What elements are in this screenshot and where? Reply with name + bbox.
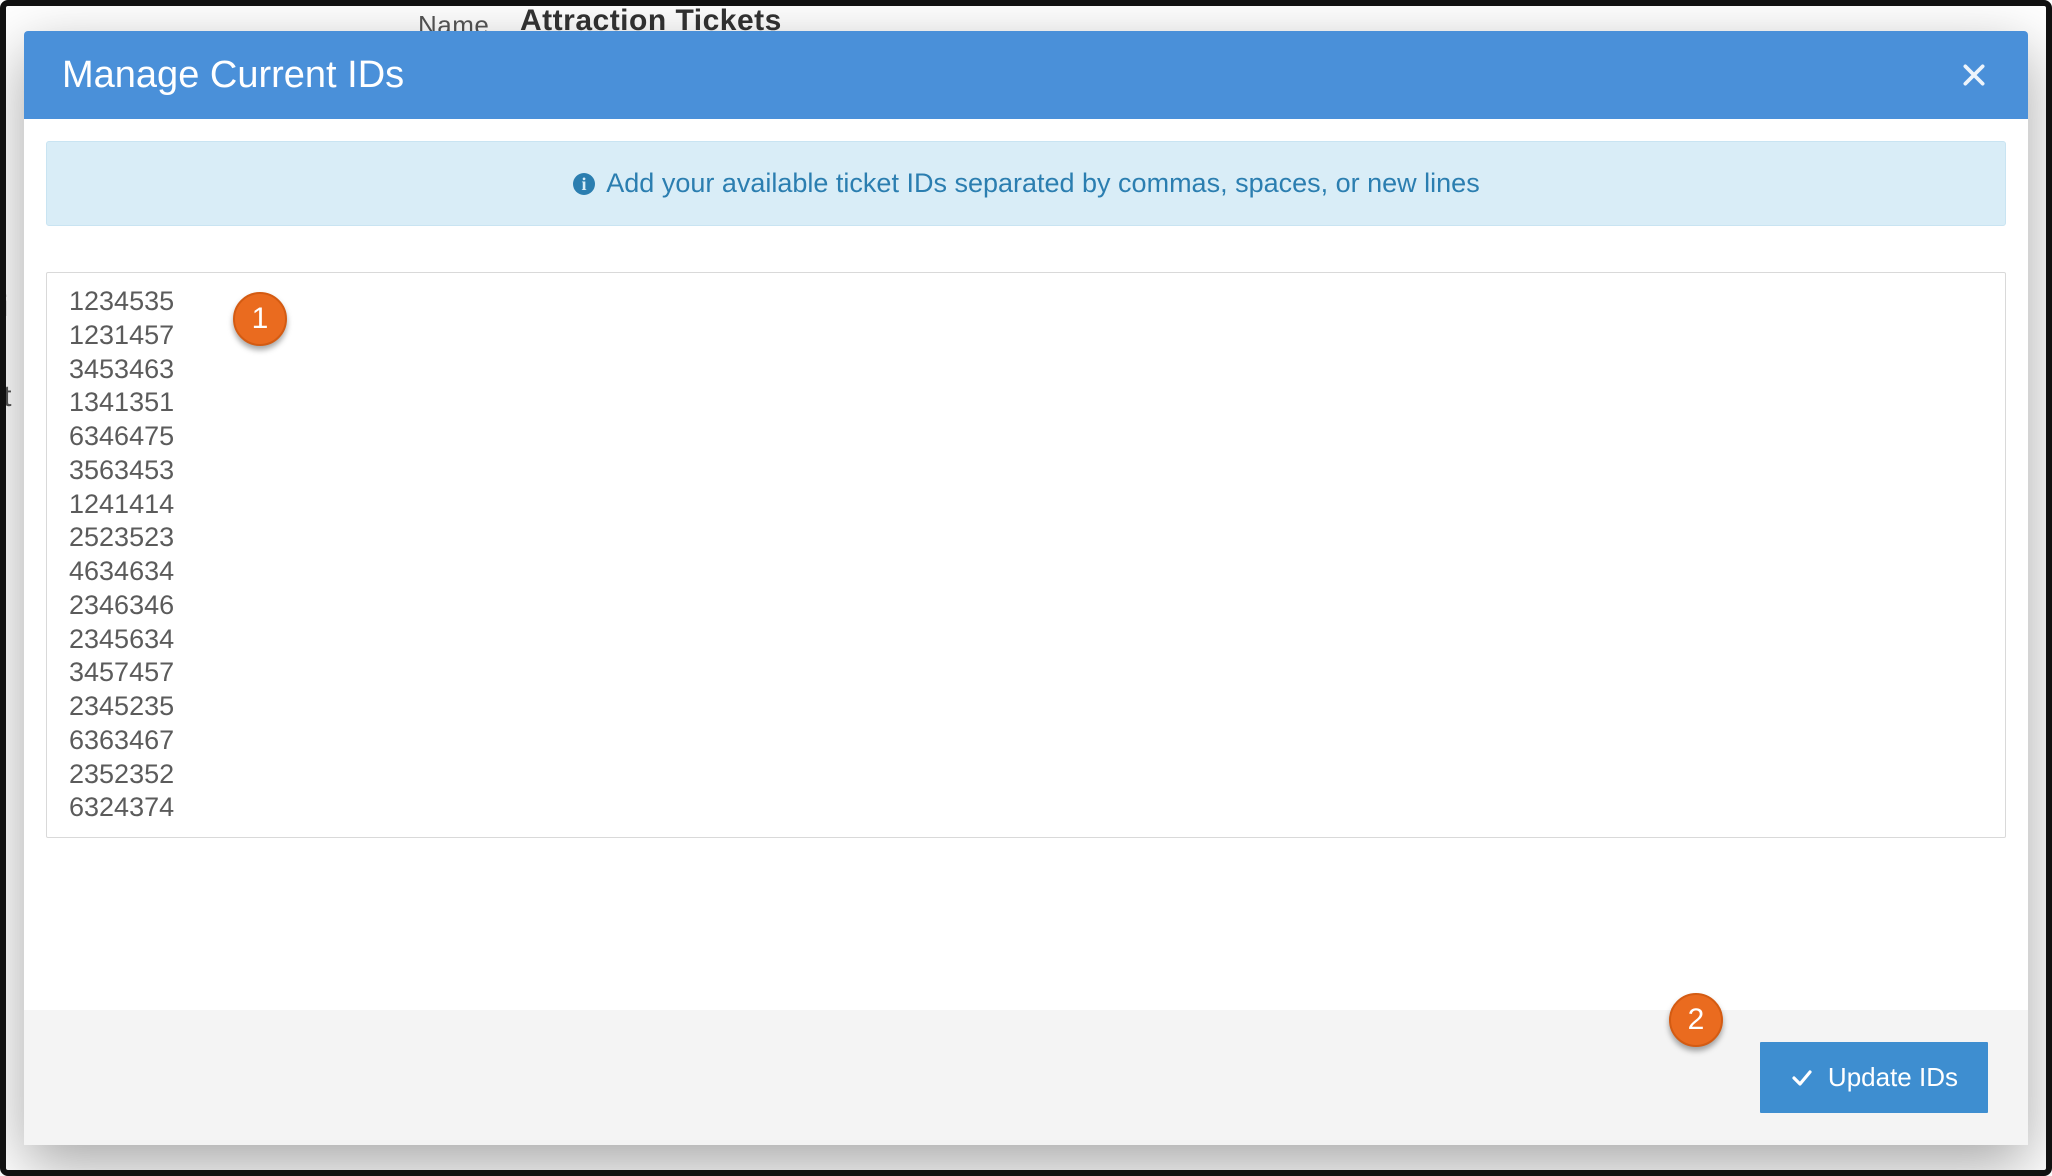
modal-footer: Update IDs	[24, 1009, 2028, 1145]
modal-header: Manage Current IDs	[24, 31, 2028, 119]
close-button[interactable]	[1954, 55, 1994, 95]
update-ids-button[interactable]: Update IDs	[1760, 1042, 1988, 1113]
modal-title: Manage Current IDs	[62, 54, 404, 97]
svg-text:i: i	[582, 174, 587, 194]
close-icon	[1961, 62, 1987, 88]
manage-ids-modal: Manage Current IDs i Add your available …	[24, 31, 2028, 1145]
background-side-text: vi	[0, 290, 9, 324]
modal-body: i Add your available ticket IDs separate…	[24, 119, 2028, 963]
annotation-callout-1: 1	[233, 292, 287, 346]
ids-textarea-wrap: 1	[46, 272, 2006, 963]
background-side-text: s	[0, 220, 2, 254]
info-banner: i Add your available ticket IDs separate…	[46, 141, 2006, 226]
info-banner-text: Add your available ticket IDs separated …	[606, 168, 1479, 199]
update-ids-button-label: Update IDs	[1828, 1062, 1958, 1093]
annotation-callout-2: 2	[1669, 993, 1723, 1047]
info-icon: i	[572, 172, 596, 196]
background-side-text: s	[0, 440, 2, 474]
check-icon	[1790, 1066, 1814, 1090]
background-side-text: at	[0, 380, 12, 414]
ids-textarea[interactable]	[46, 272, 2006, 838]
